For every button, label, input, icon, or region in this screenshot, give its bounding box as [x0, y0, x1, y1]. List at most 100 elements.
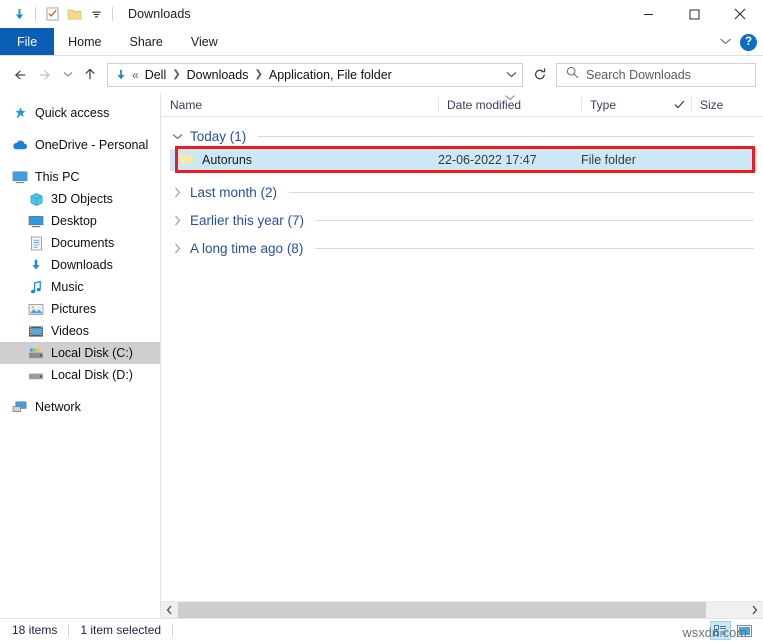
file-name-label: Autoruns	[202, 153, 253, 167]
breadcrumb-separator-1[interactable]: ❯	[171, 69, 181, 80]
new-folder-icon[interactable]	[63, 3, 85, 25]
cube-icon	[28, 191, 44, 207]
navigation-pane: Quick access OneDrive - Personal This PC…	[0, 93, 160, 618]
column-header-size[interactable]: Size	[691, 93, 763, 116]
status-selection: 1 item selected	[80, 623, 162, 637]
toolbar-divider-2	[112, 7, 113, 21]
group-header-last-month[interactable]: Last month (2)	[161, 179, 763, 205]
breadcrumb: « Dell ❯ Downloads ❯ Application, File f…	[131, 68, 500, 82]
breadcrumb-item-filter[interactable]: Application, File folder	[264, 68, 397, 82]
chevron-right-icon[interactable]	[170, 187, 184, 198]
sidebar-item-label: Downloads	[51, 258, 113, 272]
tab-share[interactable]: Share	[116, 28, 177, 56]
cloud-icon	[12, 137, 28, 153]
sidebar-item-onedrive[interactable]: OneDrive - Personal	[0, 134, 160, 156]
column-header-name-label: Name	[170, 97, 203, 112]
explorer-body: Quick access OneDrive - Personal This PC…	[0, 93, 763, 618]
group-label: Today (1)	[190, 128, 247, 144]
system-drive-icon	[28, 345, 44, 361]
tab-home[interactable]: Home	[54, 28, 115, 56]
scrollbar-track[interactable]	[178, 602, 746, 618]
folder-icon	[179, 152, 194, 168]
sidebar-item-downloads[interactable]: Downloads	[0, 254, 160, 276]
breadcrumb-item-downloads[interactable]: Downloads	[182, 68, 254, 82]
sidebar-item-label: OneDrive - Personal	[35, 138, 149, 152]
address-breadcrumb-box[interactable]: « Dell ❯ Downloads ❯ Application, File f…	[107, 62, 523, 87]
breadcrumb-overflow[interactable]: «	[131, 68, 140, 82]
search-placeholder: Search Downloads	[586, 67, 691, 82]
video-icon	[28, 323, 44, 339]
column-header-name[interactable]: Name	[161, 93, 438, 116]
sidebar-item-videos[interactable]: Videos	[0, 320, 160, 342]
chevron-right-icon[interactable]	[170, 215, 184, 226]
tab-view[interactable]: View	[177, 28, 232, 56]
sidebar-item-local-disk-d[interactable]: Local Disk (D:)	[0, 364, 160, 386]
group-header-earlier-this-year[interactable]: Earlier this year (7)	[161, 207, 763, 233]
sidebar-item-label: Local Disk (D:)	[51, 368, 133, 382]
tab-file[interactable]: File	[0, 28, 55, 56]
music-note-icon	[28, 279, 44, 295]
sidebar-item-label: Desktop	[51, 214, 97, 228]
sidebar-item-label: Quick access	[35, 106, 110, 120]
column-header-date-modified[interactable]: Date modified	[438, 93, 581, 116]
ribbon-right-controls: ?	[719, 28, 757, 56]
recent-locations-button[interactable]	[58, 62, 77, 88]
sidebar-item-pictures[interactable]: Pictures	[0, 298, 160, 320]
group-rule	[316, 219, 754, 221]
network-icon	[12, 399, 28, 415]
back-button[interactable]	[6, 62, 32, 88]
file-list: Today (1) Autoruns 22-06-2022 17:47 File…	[161, 117, 763, 601]
group-rule	[315, 247, 754, 249]
up-button[interactable]	[77, 62, 103, 88]
sidebar-item-3d-objects[interactable]: 3D Objects	[0, 188, 160, 210]
downloads-arrow-icon	[28, 257, 44, 273]
column-header-type[interactable]: Type	[581, 93, 691, 116]
customize-chevron-icon[interactable]	[85, 3, 107, 25]
file-type-cell: File folder	[581, 153, 636, 167]
address-dropdown-chevron-icon[interactable]	[500, 71, 522, 78]
sidebar-item-label: Videos	[51, 324, 89, 338]
chevron-right-icon[interactable]	[170, 243, 184, 254]
forward-button[interactable]	[32, 62, 58, 88]
sidebar-item-quick-access[interactable]: Quick access	[0, 102, 160, 124]
properties-icon[interactable]	[41, 3, 63, 25]
sidebar-item-music[interactable]: Music	[0, 276, 160, 298]
file-date-cell: 22-06-2022 17:47	[438, 153, 537, 167]
group-label: Last month (2)	[190, 184, 278, 200]
scrollbar-thumb[interactable]	[178, 602, 707, 618]
expand-ribbon-chevron-icon[interactable]	[719, 33, 732, 51]
breadcrumb-item-dell[interactable]: Dell	[140, 68, 172, 82]
help-button[interactable]: ?	[740, 33, 757, 51]
horizontal-scrollbar[interactable]	[161, 601, 763, 618]
downloads-arrow-icon[interactable]	[8, 3, 30, 25]
scroll-left-arrow-icon[interactable]	[161, 602, 178, 618]
table-row[interactable]: Autoruns 22-06-2022 17:47 File folder	[170, 146, 757, 173]
column-header-type-label: Type	[590, 97, 617, 112]
column-header-size-label: Size	[700, 97, 724, 112]
picture-icon	[28, 301, 44, 317]
group-label: Earlier this year (7)	[190, 212, 305, 228]
status-bar: 18 items 1 item selected wsxdn.com	[0, 618, 763, 641]
file-explorer-window: Downloads File Home Share View ? « Dell …	[0, 0, 763, 641]
group-header-a-long-time-ago[interactable]: A long time ago (8)	[161, 235, 763, 261]
group-header-today[interactable]: Today (1)	[161, 123, 763, 149]
sidebar-item-documents[interactable]: Documents	[0, 232, 160, 254]
scroll-right-arrow-icon[interactable]	[746, 602, 763, 618]
maximize-button[interactable]	[671, 0, 717, 28]
toolbar-divider	[35, 7, 36, 21]
search-icon	[566, 66, 579, 84]
sidebar-item-label: Local Disk (C:)	[51, 346, 133, 360]
sidebar-item-network[interactable]: Network	[0, 396, 160, 418]
sidebar-item-local-disk-c[interactable]: Local Disk (C:)	[0, 342, 160, 364]
chevron-down-icon[interactable]	[170, 133, 184, 140]
close-button[interactable]	[717, 0, 763, 28]
breadcrumb-separator-2[interactable]: ❯	[253, 69, 263, 80]
search-box[interactable]: Search Downloads	[556, 62, 756, 87]
status-divider-2	[172, 623, 174, 637]
minimize-button[interactable]	[625, 0, 671, 28]
group-rule	[258, 135, 754, 137]
sidebar-item-this-pc[interactable]: This PC	[0, 166, 160, 188]
refresh-button[interactable]	[528, 63, 552, 87]
quick-access-toolbar	[0, 0, 118, 28]
sidebar-item-desktop[interactable]: Desktop	[0, 210, 160, 232]
